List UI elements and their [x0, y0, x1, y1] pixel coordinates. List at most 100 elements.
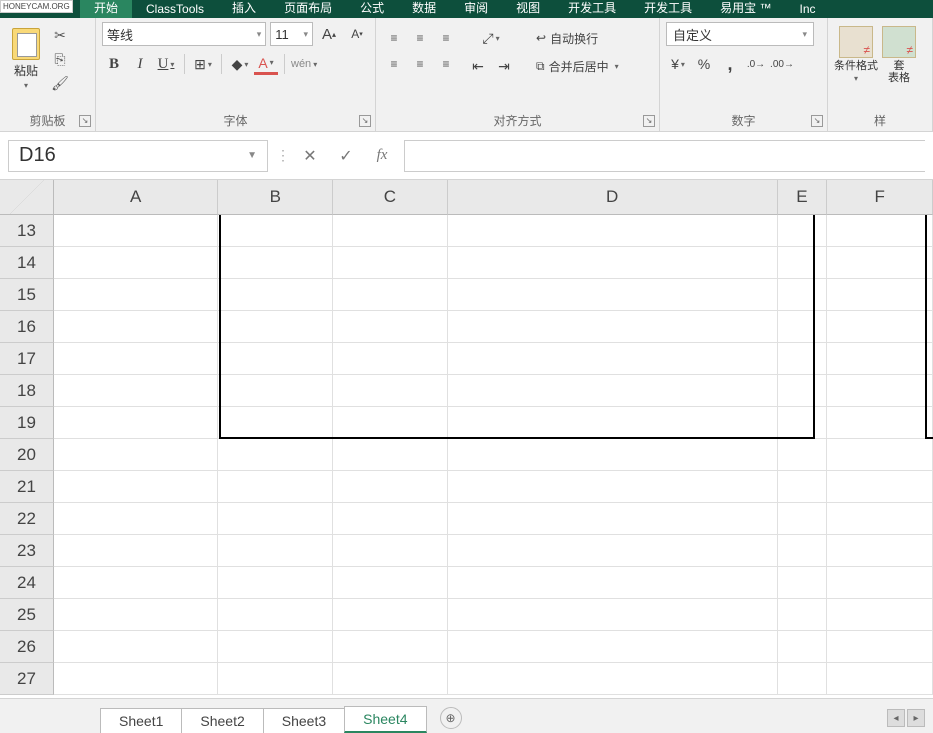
cell-C27[interactable] — [333, 663, 448, 695]
row-header-14[interactable]: 14 — [0, 247, 54, 279]
cell-A27[interactable] — [54, 663, 218, 695]
align-top-button[interactable]: ≡ — [382, 26, 406, 50]
cell-A13[interactable] — [54, 215, 218, 247]
cell-A21[interactable] — [54, 471, 218, 503]
align-right-button[interactable]: ≡ — [434, 52, 458, 76]
cell-E17[interactable] — [778, 343, 828, 375]
cell-E19[interactable] — [778, 407, 828, 439]
cell-B20[interactable] — [218, 439, 333, 471]
menu-tab-2[interactable]: 插入 — [218, 0, 270, 18]
cell-D18[interactable] — [448, 375, 778, 407]
col-header-E[interactable]: E — [778, 180, 828, 215]
font-launcher[interactable]: ↘ — [359, 115, 371, 127]
cell-E25[interactable] — [778, 599, 828, 631]
cell-D22[interactable] — [448, 503, 778, 535]
increase-decimal-button[interactable]: .0→ — [744, 52, 768, 76]
select-all-corner[interactable] — [0, 180, 54, 215]
number-format-combo[interactable]: 自定义▾ — [666, 22, 814, 46]
menu-tab-7[interactable]: 视图 — [502, 0, 554, 18]
cell-F13[interactable] — [827, 215, 933, 247]
cell-B19[interactable] — [218, 407, 333, 439]
cell-C16[interactable] — [333, 311, 448, 343]
cell-area[interactable] — [54, 215, 933, 698]
font-size-combo[interactable]: 11▾ — [270, 22, 313, 46]
cell-B13[interactable] — [218, 215, 333, 247]
decrease-font-button[interactable]: A▾ — [345, 22, 369, 46]
menu-tab-9[interactable]: 开发工具 — [630, 0, 706, 18]
align-bottom-button[interactable]: ≡ — [434, 26, 458, 50]
phonetic-button[interactable]: wén — [291, 52, 317, 76]
bold-button[interactable]: B — [102, 52, 126, 76]
cell-C18[interactable] — [333, 375, 448, 407]
align-left-button[interactable]: ≡ — [382, 52, 406, 76]
cell-F23[interactable] — [827, 535, 933, 567]
cell-C21[interactable] — [333, 471, 448, 503]
cell-C15[interactable] — [333, 279, 448, 311]
cell-C20[interactable] — [333, 439, 448, 471]
paste-button[interactable]: 粘贴 ▾ — [6, 26, 46, 92]
row-header-15[interactable]: 15 — [0, 279, 54, 311]
cell-D13[interactable] — [448, 215, 778, 247]
row-header-26[interactable]: 26 — [0, 631, 54, 663]
orientation-button[interactable]: ⤢ — [466, 26, 516, 50]
italic-button[interactable]: I — [128, 52, 152, 76]
cell-B27[interactable] — [218, 663, 333, 695]
cell-C19[interactable] — [333, 407, 448, 439]
cell-F16[interactable] — [827, 311, 933, 343]
menu-tab-8[interactable]: 开发工具 — [554, 0, 630, 18]
cell-F15[interactable] — [827, 279, 933, 311]
cell-D21[interactable] — [448, 471, 778, 503]
cancel-button[interactable]: ✕ — [296, 142, 324, 170]
cell-B22[interactable] — [218, 503, 333, 535]
cell-A20[interactable] — [54, 439, 218, 471]
cell-E27[interactable] — [778, 663, 828, 695]
cell-F25[interactable] — [827, 599, 933, 631]
cell-D15[interactable] — [448, 279, 778, 311]
cell-A26[interactable] — [54, 631, 218, 663]
row-header-13[interactable]: 13 — [0, 215, 54, 247]
row-header-23[interactable]: 23 — [0, 535, 54, 567]
name-box[interactable]: D16▼ — [8, 140, 268, 172]
cell-E16[interactable] — [778, 311, 828, 343]
cell-A19[interactable] — [54, 407, 218, 439]
row-header-17[interactable]: 17 — [0, 343, 54, 375]
comma-button[interactable]: , — [718, 52, 742, 76]
merge-center-button[interactable]: ⧉ 合并后居中 — [528, 54, 627, 78]
cell-E21[interactable] — [778, 471, 828, 503]
insert-function-button[interactable]: fx — [368, 142, 396, 170]
menu-tab-4[interactable]: 公式 — [346, 0, 398, 18]
cell-D23[interactable] — [448, 535, 778, 567]
cell-B14[interactable] — [218, 247, 333, 279]
cell-D24[interactable] — [448, 567, 778, 599]
sheet-tab-Sheet2[interactable]: Sheet2 — [181, 708, 263, 733]
cell-D27[interactable] — [448, 663, 778, 695]
cell-C26[interactable] — [333, 631, 448, 663]
cell-B24[interactable] — [218, 567, 333, 599]
sheet-tab-Sheet3[interactable]: Sheet3 — [263, 708, 345, 733]
cell-B16[interactable] — [218, 311, 333, 343]
cell-B26[interactable] — [218, 631, 333, 663]
cell-E13[interactable] — [778, 215, 828, 247]
percent-button[interactable]: % — [692, 52, 716, 76]
cell-D14[interactable] — [448, 247, 778, 279]
cell-E26[interactable] — [778, 631, 828, 663]
cell-A17[interactable] — [54, 343, 218, 375]
cell-F22[interactable] — [827, 503, 933, 535]
row-header-19[interactable]: 19 — [0, 407, 54, 439]
cell-E20[interactable] — [778, 439, 828, 471]
number-launcher[interactable]: ↘ — [811, 115, 823, 127]
align-center-button[interactable]: ≡ — [408, 52, 432, 76]
enter-button[interactable]: ✓ — [332, 142, 360, 170]
cut-button[interactable]: ✂ — [50, 26, 70, 44]
cell-D26[interactable] — [448, 631, 778, 663]
menu-tab-3[interactable]: 页面布局 — [270, 0, 346, 18]
cell-F24[interactable] — [827, 567, 933, 599]
cell-A14[interactable] — [54, 247, 218, 279]
col-header-A[interactable]: A — [54, 180, 218, 215]
cell-E22[interactable] — [778, 503, 828, 535]
cell-B23[interactable] — [218, 535, 333, 567]
cell-E18[interactable] — [778, 375, 828, 407]
cell-A24[interactable] — [54, 567, 218, 599]
cell-A25[interactable] — [54, 599, 218, 631]
menu-tab-5[interactable]: 数据 — [398, 0, 450, 18]
